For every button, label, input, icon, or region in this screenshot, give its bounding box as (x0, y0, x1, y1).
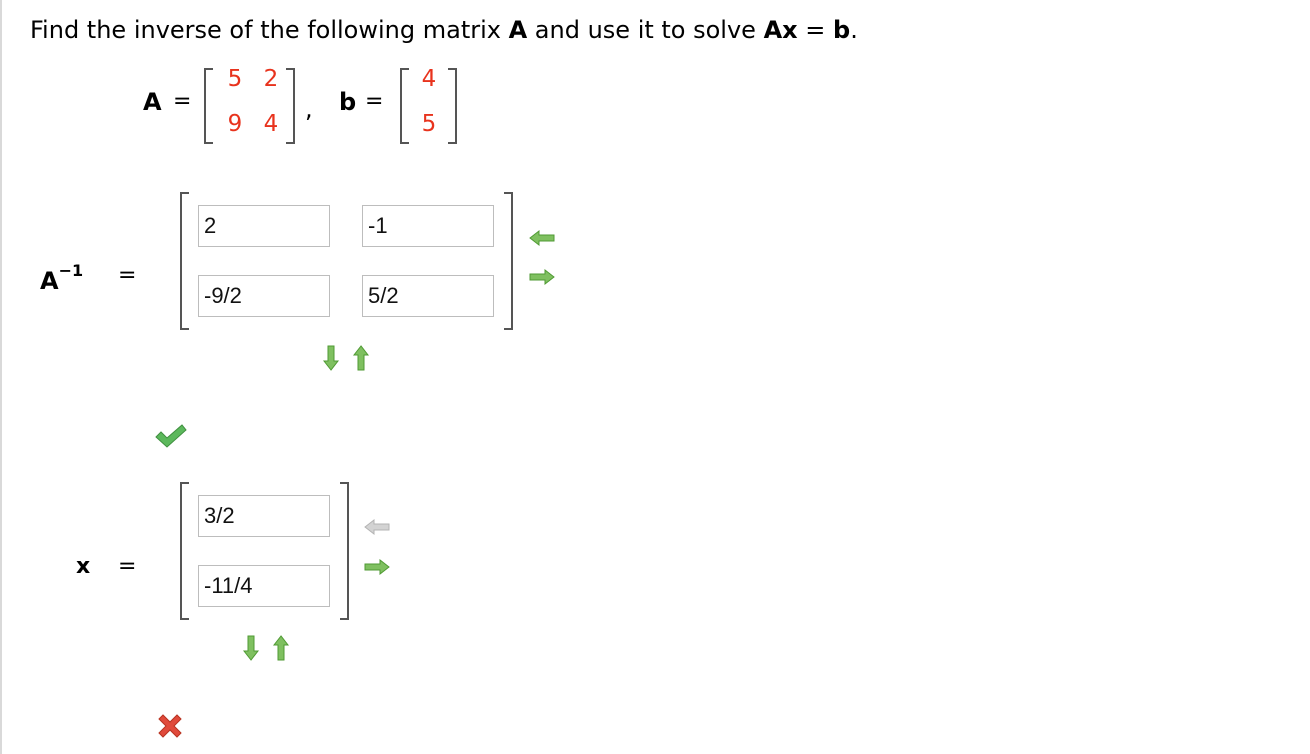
solution-left-bracket (180, 482, 189, 620)
matrix-a-left-bracket (204, 68, 213, 144)
prompt-text-1: Find the inverse of the following matrix (30, 16, 509, 44)
solution-right-bracket (340, 482, 349, 620)
prompt-bold-a: A (508, 16, 528, 44)
question-frame (0, 0, 1310, 754)
inverse-right-bracket (504, 192, 513, 330)
inverse-cell-11-input[interactable]: 2 (198, 205, 330, 247)
matrix-a-entry-22: 4 (263, 111, 279, 137)
prompt-bold-ax: Ax (763, 16, 798, 44)
remove-column-arrow-disabled-icon (364, 518, 390, 536)
vector-b-entry-2: 5 (421, 111, 437, 137)
matrix-a-entry-21: 9 (227, 111, 243, 137)
vector-b-label: b (339, 88, 357, 116)
inverse-label-base: A (40, 267, 59, 295)
matrix-a-right-bracket (286, 68, 295, 144)
remove-row-arrow-icon[interactable] (272, 634, 290, 662)
matrix-a-equals: = (173, 89, 192, 114)
add-column-arrow-icon[interactable] (528, 268, 556, 286)
inverse-left-bracket (180, 192, 189, 330)
inverse-cell-12-input[interactable]: -1 (362, 205, 494, 247)
matrix-a-entry-12: 2 (263, 66, 279, 92)
solution-label: x (76, 554, 91, 579)
add-row-arrow-icon[interactable] (242, 634, 260, 662)
prompt-text-2: and use it to solve (527, 16, 764, 44)
solution-cell-2-input[interactable]: -11/4 (198, 565, 330, 607)
matrix-separator-comma: , (305, 95, 313, 123)
add-row-arrow-icon[interactable] (322, 344, 340, 372)
remove-row-arrow-icon[interactable] (352, 344, 370, 372)
inverse-cell-22-input[interactable]: 5/2 (362, 275, 494, 317)
inverse-cell-21-input[interactable]: -9/2 (198, 275, 330, 317)
inverse-label: A−1 (40, 261, 83, 295)
remove-column-arrow-icon[interactable] (528, 229, 556, 247)
vector-b-equals: = (365, 89, 384, 114)
prompt-text-3: = (797, 16, 834, 44)
correct-check-icon (155, 424, 187, 448)
prompt-text-4: . (850, 16, 858, 44)
vector-b-left-bracket (400, 68, 409, 144)
matrix-a-label: A (143, 88, 162, 116)
vector-b-right-bracket (448, 68, 457, 144)
solution-cell-1-input[interactable]: 3/2 (198, 495, 330, 537)
solution-equals: = (118, 554, 137, 579)
inverse-label-exponent: −1 (58, 261, 84, 280)
incorrect-cross-icon (158, 714, 182, 738)
add-column-arrow-icon[interactable] (363, 558, 391, 576)
prompt-bold-b: b (833, 16, 851, 44)
inverse-equals: = (118, 263, 137, 288)
matrix-a-entry-11: 5 (227, 66, 243, 92)
vector-b-entry-1: 4 (421, 66, 437, 92)
question-prompt: Find the inverse of the following matrix… (30, 14, 858, 46)
